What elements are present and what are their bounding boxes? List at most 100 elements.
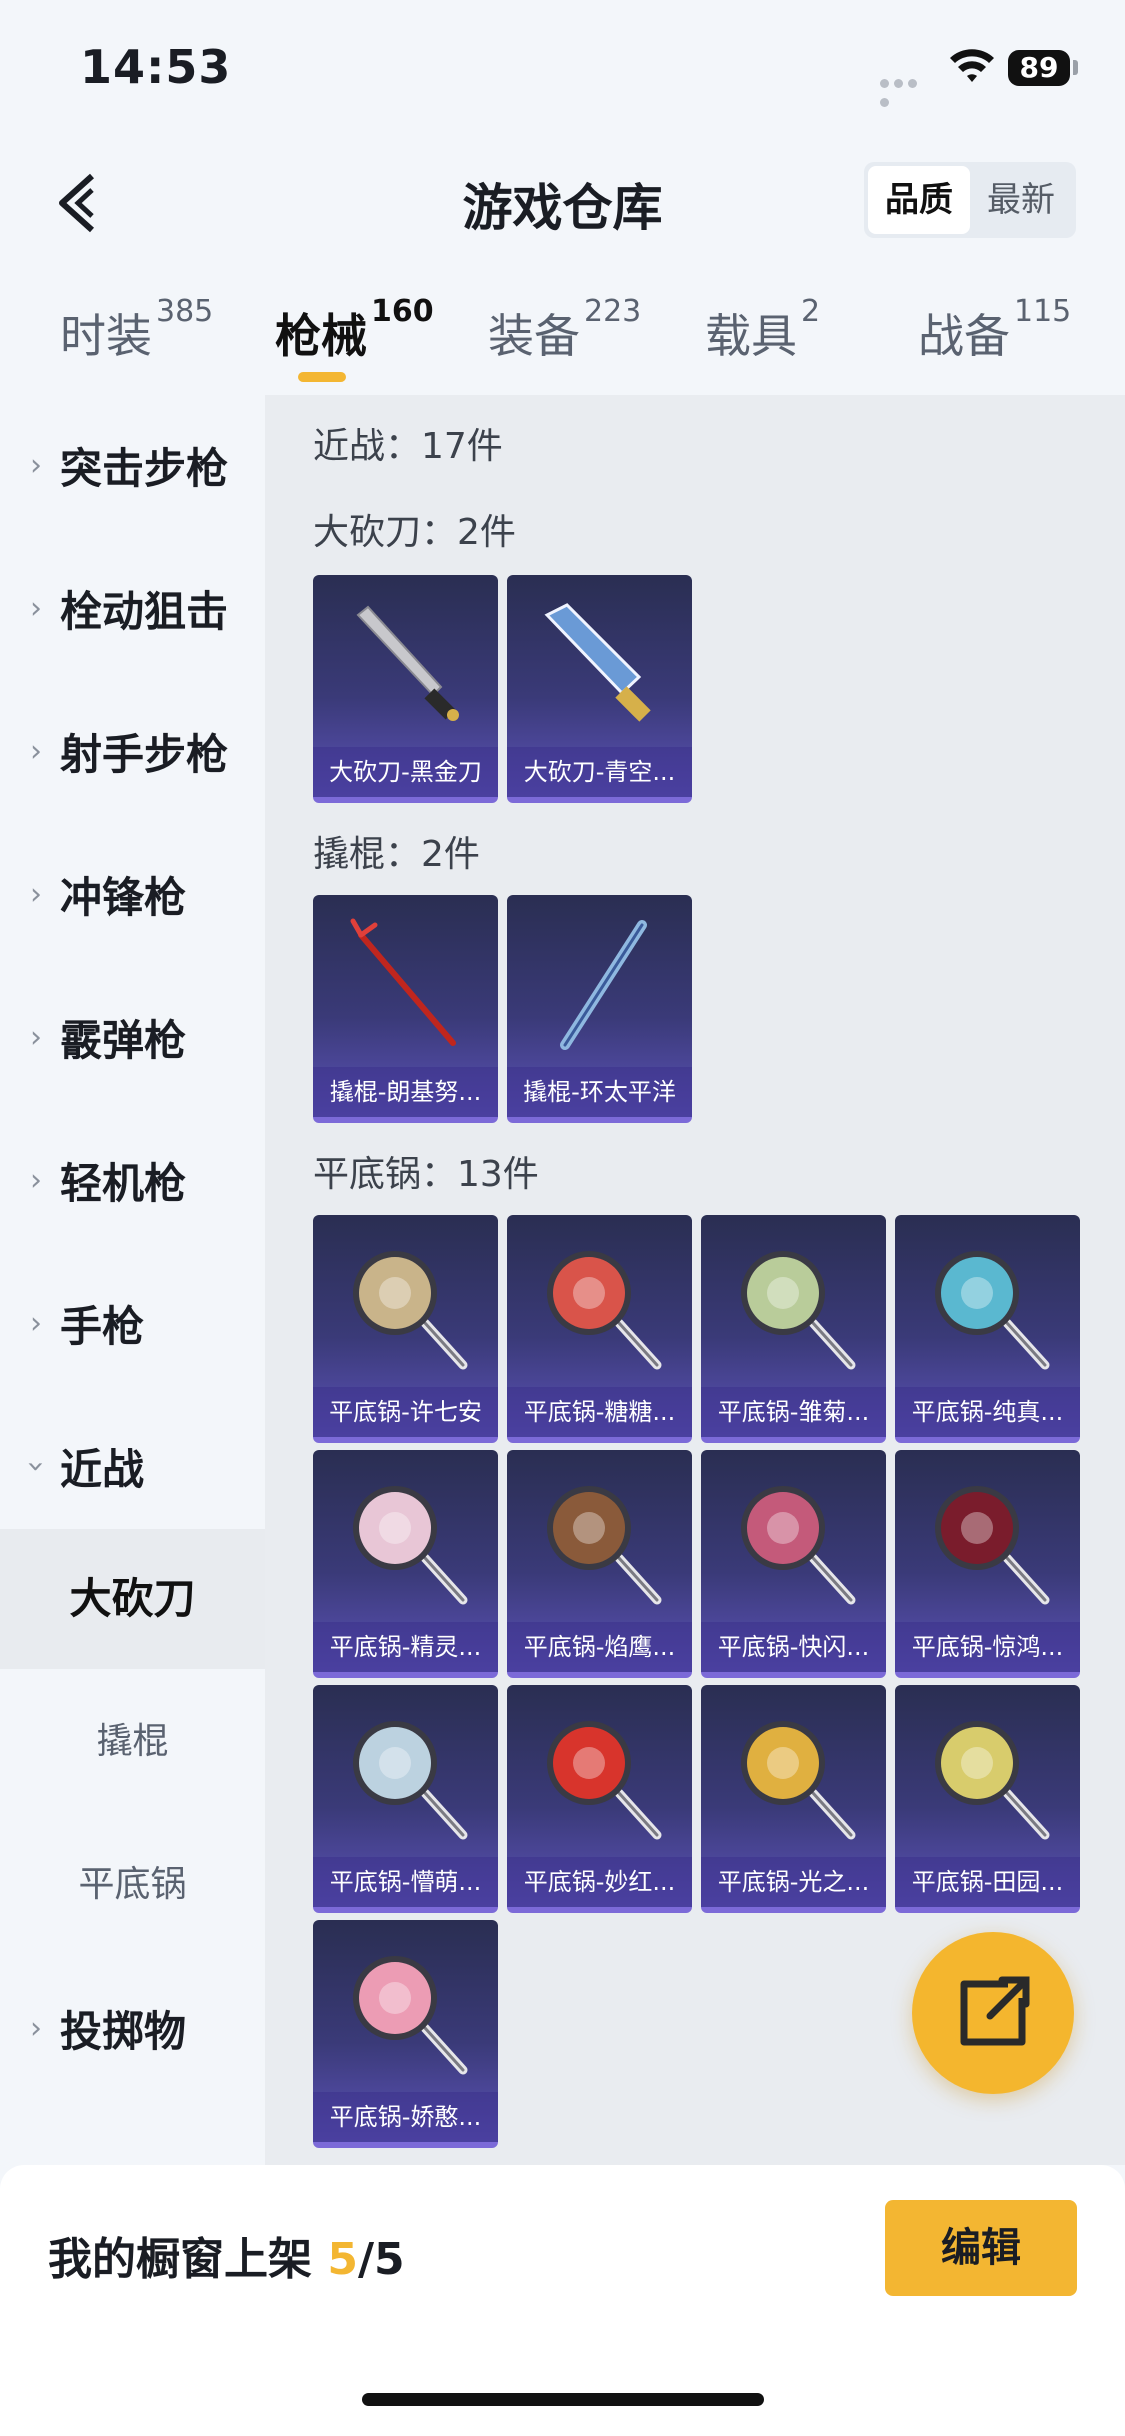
tab-count: 115 — [1014, 294, 1072, 329]
chevron-right-icon: › — [30, 590, 42, 626]
signal-dots-icon — [880, 73, 935, 107]
item-card[interactable]: 平底锅-惊鸿... — [895, 1450, 1080, 1678]
tab-vehicles[interactable]: 载具 2 — [705, 294, 820, 366]
sort-newest-button[interactable]: 最新 — [970, 166, 1072, 234]
chevron-right-icon: › — [30, 1019, 42, 1055]
pan-icon — [741, 1251, 856, 1370]
sidebar-item-assault-rifle[interactable]: › 突击步枪 — [0, 395, 265, 535]
sidebar-item-shotgun[interactable]: › 霰弹枪 — [0, 967, 265, 1107]
sidebar: › 突击步枪 › 栓动狙击 › 射手步枪 › 冲锋枪 › 霰弹枪 › 轻机枪 › 手枪 › 近战… — [0, 395, 265, 2165]
item-card[interactable]: 平底锅-许七安 — [313, 1215, 498, 1443]
sidebar-item-marksman-rifle[interactable]: › 射手步枪 — [0, 681, 265, 821]
tab-active-indicator — [298, 372, 346, 382]
item-card[interactable]: 平底锅-懵萌... — [313, 1685, 498, 1913]
item-name: 平底锅-焰鹰... — [507, 1622, 692, 1672]
battery-icon: 89 — [1008, 50, 1070, 86]
category-tabs: 时装 385 枪械 160 装备 223 载具 2 战备 115 — [0, 290, 1125, 390]
item-name: 平底锅-纯真... — [895, 1387, 1080, 1437]
pan-icon — [353, 1956, 468, 2075]
tab-fashion[interactable]: 时装 385 — [60, 294, 213, 366]
item-card[interactable]: 平底锅-快闪... — [701, 1450, 886, 1678]
tab-count: 385 — [156, 294, 214, 329]
sort-quality-button[interactable]: 品质 — [868, 166, 970, 234]
tab-label: 枪械 — [275, 309, 367, 363]
showcase-total: /5 — [357, 2234, 405, 2285]
item-card[interactable]: 大砍刀-黑金刀 — [313, 575, 498, 803]
melee-total: 近战：17件 — [313, 426, 503, 467]
pan-icon — [547, 1486, 662, 1605]
crowbar-icon — [560, 920, 647, 1050]
tab-label: 时装 — [60, 309, 152, 363]
chevron-down-icon: › — [18, 1460, 54, 1472]
item-grid: 近战：17件 大砍刀：2件 大砍刀-黑金刀 大砍刀-青空... 撬棍：2件 撬棍… — [265, 395, 1125, 2165]
sidebar-item-label: 近战 — [60, 1444, 145, 1494]
share-button[interactable] — [912, 1932, 1074, 2094]
pan-icon — [547, 1721, 662, 1840]
share-export-icon — [960, 1976, 1030, 2046]
pan-icon — [353, 1721, 468, 1840]
sidebar-item-label: 手枪 — [60, 1301, 145, 1351]
sidebar-item-smg[interactable]: › 冲锋枪 — [0, 824, 265, 964]
sidebar-item-throwables[interactable]: › 投掷物 — [0, 1958, 265, 2098]
item-name: 大砍刀-青空... — [507, 747, 692, 797]
sidebar-item-label: 霰弹枪 — [60, 1015, 187, 1065]
item-card[interactable]: 平底锅-雏菊... — [701, 1215, 886, 1443]
pan-icon — [935, 1251, 1050, 1370]
pan-icon — [353, 1251, 468, 1370]
item-card[interactable]: 撬棍-朗基努... — [313, 895, 498, 1123]
tab-label: 载具 — [705, 309, 797, 363]
sidebar-item-lmg[interactable]: › 轻机枪 — [0, 1110, 265, 1250]
item-name: 平底锅-娇憨... — [313, 2092, 498, 2142]
sidebar-item-label: 轻机枪 — [60, 1158, 187, 1208]
item-card[interactable]: 平底锅-光之... — [701, 1685, 886, 1913]
item-name: 平底锅-糖糖... — [507, 1387, 692, 1437]
showcase-count: 5 — [327, 2234, 358, 2285]
item-name: 撬棍-环太平洋 — [507, 1067, 692, 1117]
home-indicator[interactable] — [362, 2393, 764, 2406]
item-name: 平底锅-妙红... — [507, 1857, 692, 1907]
item-card[interactable]: 平底锅-妙红... — [507, 1685, 692, 1913]
item-card[interactable]: 平底锅-糖糖... — [507, 1215, 692, 1443]
sidebar-item-melee[interactable]: › 近战 — [0, 1396, 265, 1536]
sidebar-item-label: 射手步枪 — [60, 729, 229, 779]
item-card[interactable]: 平底锅-精灵... — [313, 1450, 498, 1678]
pan-icon — [935, 1486, 1050, 1605]
sidebar-subitem-crowbar[interactable]: 撬棍 — [0, 1672, 265, 1812]
status-time: 14:53 — [80, 40, 232, 94]
item-name: 大砍刀-黑金刀 — [313, 747, 498, 797]
sidebar-item-label: 突击步枪 — [60, 443, 229, 493]
item-card[interactable]: 平底锅-纯真... — [895, 1215, 1080, 1443]
tab-label: 装备 — [488, 309, 580, 363]
item-card[interactable]: 平底锅-田园... — [895, 1685, 1080, 1913]
pan-icon — [935, 1721, 1050, 1840]
item-card[interactable]: 撬棍-环太平洋 — [507, 895, 692, 1123]
sidebar-subitem-machete[interactable]: 大砍刀 — [0, 1529, 265, 1669]
item-card[interactable]: 平底锅-焰鹰... — [507, 1450, 692, 1678]
sidebar-item-label: 冲锋枪 — [60, 872, 187, 922]
item-name: 平底锅-许七安 — [313, 1387, 498, 1437]
crowbar-icon — [350, 918, 456, 1046]
tab-label: 战备 — [918, 309, 1010, 363]
chevron-right-icon: › — [30, 447, 42, 483]
machete-icon — [356, 605, 459, 721]
battery-tip — [1073, 60, 1078, 75]
chevron-right-icon: › — [30, 733, 42, 769]
tab-firearms[interactable]: 枪械 160 — [275, 294, 434, 366]
header: 游戏仓库 品质 最新 — [0, 140, 1125, 260]
item-name: 平底锅-精灵... — [313, 1622, 498, 1672]
item-card[interactable]: 平底锅-娇憨... — [313, 1920, 498, 2148]
sidebar-item-label: 栓动狙击 — [60, 586, 229, 636]
tab-equipment[interactable]: 装备 223 — [488, 294, 641, 366]
pan-icon — [741, 1721, 856, 1840]
item-name: 平底锅-田园... — [895, 1857, 1080, 1907]
sidebar-subitem-pan[interactable]: 平底锅 — [0, 1815, 265, 1955]
item-name: 撬棍-朗基努... — [313, 1067, 498, 1117]
tab-supplies[interactable]: 战备 115 — [918, 294, 1071, 366]
section-title-machete: 大砍刀：2件 — [313, 512, 516, 553]
item-card[interactable]: 大砍刀-青空... — [507, 575, 692, 803]
sidebar-item-pistol[interactable]: › 手枪 — [0, 1253, 265, 1393]
edit-button[interactable]: 编辑 — [885, 2200, 1077, 2296]
sidebar-item-bolt-sniper[interactable]: › 栓动狙击 — [0, 538, 265, 678]
tab-count: 160 — [371, 294, 434, 329]
pan-icon — [353, 1486, 468, 1605]
